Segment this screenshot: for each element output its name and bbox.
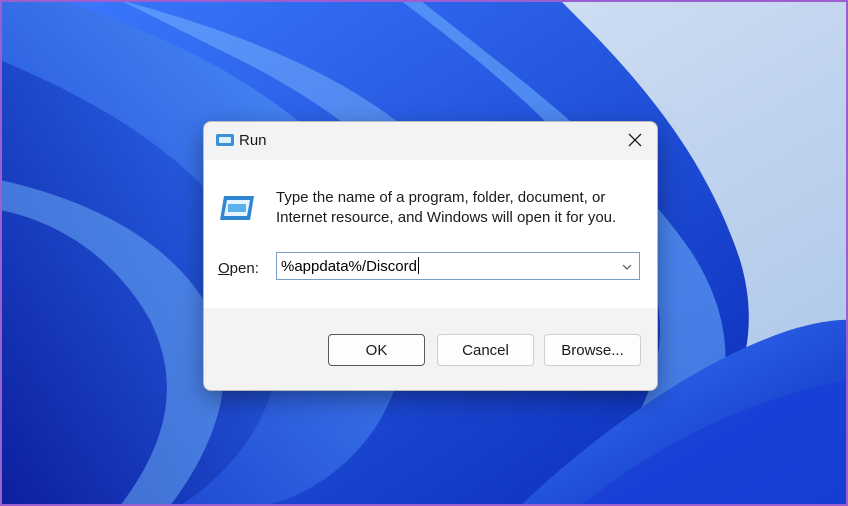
browse-button-label: Browse...: [561, 341, 624, 359]
dialog-title: Run: [239, 132, 267, 149]
title-bar[interactable]: Run: [204, 122, 657, 160]
open-label: Open:: [218, 260, 259, 277]
run-app-icon: [216, 134, 234, 146]
text-cursor: [417, 257, 419, 274]
open-input-value: %appdata%/Discord: [281, 258, 417, 275]
dialog-footer: OK Cancel Browse...: [204, 308, 657, 390]
open-input[interactable]: %appdata%/Discord: [281, 257, 419, 275]
dialog-description: Type the name of a program, folder, docu…: [276, 189, 617, 226]
open-label-accelerator: O: [218, 260, 230, 277]
open-label-text: pen:: [229, 260, 259, 277]
ok-button[interactable]: OK: [328, 334, 425, 366]
chevron-down-icon[interactable]: [621, 262, 633, 272]
close-icon: [628, 133, 642, 147]
run-dialog: Run Type the name of a program, folder, …: [203, 121, 658, 391]
open-combobox[interactable]: %appdata%/Discord: [276, 252, 640, 280]
close-button[interactable]: [613, 122, 657, 158]
run-app-icon: [220, 196, 254, 220]
browse-button[interactable]: Browse...: [544, 334, 641, 366]
cancel-button[interactable]: Cancel: [437, 334, 534, 366]
dialog-body: Type the name of a program, folder, docu…: [204, 160, 657, 308]
